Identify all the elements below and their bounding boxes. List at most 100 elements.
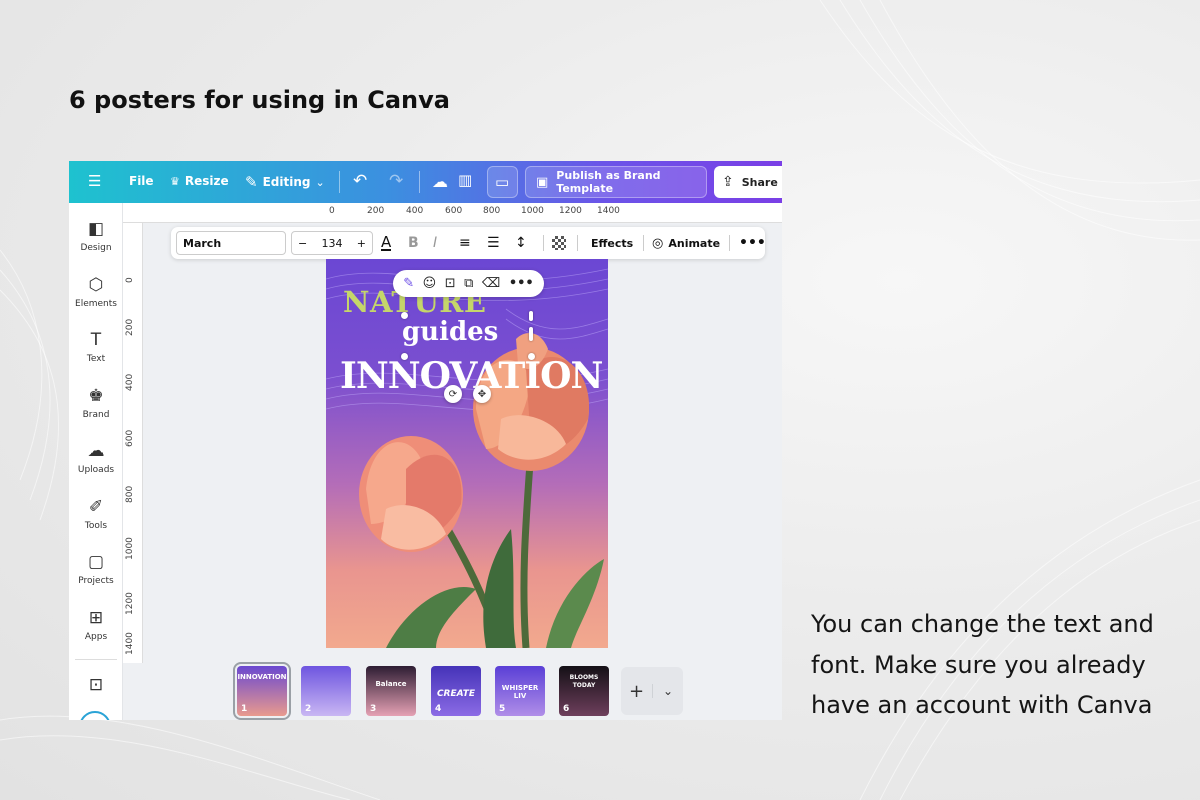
editing-label: Editing <box>262 175 311 189</box>
resize-handle[interactable] <box>529 327 533 341</box>
resize-handle[interactable] <box>401 312 408 319</box>
resize-button[interactable]: ♛ Resize <box>170 174 229 188</box>
publish-brand-template-button[interactable]: ▣ Publish as Brand Template <box>525 166 707 198</box>
ruler-tick: 1400 <box>597 206 620 216</box>
sidebar-item-apps[interactable]: ⊞ Apps <box>69 608 123 642</box>
undo-button[interactable]: ↶ <box>353 171 367 191</box>
align-button[interactable]: ≡ <box>459 227 471 259</box>
divider <box>419 171 420 193</box>
file-menu[interactable]: File <box>129 174 154 188</box>
text-color-button[interactable]: A <box>381 227 392 259</box>
sidebar-label: Elements <box>75 299 117 309</box>
increase-size-button[interactable]: + <box>357 237 366 250</box>
sidebar-item-projects[interactable]: ▢ Projects <box>69 552 123 586</box>
design-icon: ◧ <box>87 219 105 239</box>
sidebar-item-tools[interactable]: ✐ Tools <box>69 497 123 531</box>
chevron-down-icon[interactable]: ⌄ <box>652 684 683 698</box>
comment-icon: ▭ <box>495 173 510 191</box>
font-size-stepper[interactable]: − 134 + <box>291 231 373 255</box>
spacing-button[interactable]: ↕ <box>515 227 527 259</box>
uploads-icon: ☁ <box>87 441 105 461</box>
move-icon: ✥ <box>477 388 487 400</box>
avatar[interactable] <box>79 711 111 720</box>
bullet-list-icon: ☰ <box>487 235 500 251</box>
publish-label: Publish as Brand Template <box>556 169 661 195</box>
tools-icon: ✐ <box>88 497 104 517</box>
page-thumbnail[interactable]: Balance 3 <box>366 666 416 716</box>
page-number: 3 <box>370 704 377 714</box>
editing-dropdown[interactable]: ✎ Editing ⌄ <box>245 173 325 191</box>
apps-icon: ⊞ <box>88 608 104 628</box>
bold-button[interactable]: B <box>408 227 419 259</box>
file-label: File <box>129 174 154 188</box>
chevron-down-icon: ⌄ <box>315 175 325 189</box>
comment-add-icon[interactable]: ☺ <box>423 276 437 291</box>
font-family-dropdown[interactable]: March <box>176 231 286 255</box>
share-button[interactable]: ⇪ Share <box>714 166 782 198</box>
menu-button[interactable]: ☰ <box>88 172 101 190</box>
bar-chart-icon: ▥ <box>458 171 473 189</box>
page-number: 4 <box>435 704 442 714</box>
projects-icon: ▢ <box>87 552 105 572</box>
hamburger-icon: ☰ <box>88 172 102 190</box>
more-icon: ••• <box>739 235 766 251</box>
magic-media-button[interactable]: ⊡ <box>69 675 123 699</box>
more-options-button[interactable]: ••• <box>739 227 766 259</box>
text-toolbar: March − 134 + A B I ≡ ☰ ↕ Effects ◎ Anim… <box>171 227 766 259</box>
ruler-vertical: 0 200 400 600 800 1000 1200 1400 <box>123 223 143 663</box>
ruler-tick: 0 <box>125 277 135 283</box>
cloud-save-button[interactable]: ☁ <box>432 172 448 191</box>
ruler-tick: 800 <box>483 206 501 216</box>
sidebar-label: Apps <box>84 632 108 642</box>
sidebar-item-design[interactable]: ◧ Design <box>69 219 123 253</box>
list-button[interactable]: ☰ <box>487 227 500 259</box>
sidebar-item-elements[interactable]: ⬡ Elements <box>69 275 123 309</box>
poster-title-innovation[interactable]: INNOVATION <box>340 355 603 397</box>
sidebar-item-text[interactable]: T Text <box>69 330 123 364</box>
effects-button[interactable]: Effects <box>591 227 633 259</box>
resize-handle[interactable] <box>529 311 533 321</box>
insights-button[interactable]: ▥ <box>458 171 472 189</box>
magic-edit-icon[interactable]: ✎ <box>403 276 414 291</box>
more-icon[interactable]: ••• <box>509 276 534 291</box>
delete-icon[interactable]: ⌫ <box>482 276 500 291</box>
undo-icon: ↶ <box>353 171 368 191</box>
page-thumbnail[interactable]: WHISPER LIV 5 <box>495 666 545 716</box>
line-spacing-icon: ↕ <box>515 235 527 251</box>
divider <box>643 235 644 251</box>
left-sidebar: ◧ Design ⬡ Elements T Text ♚ Brand ☁ Upl… <box>69 203 123 720</box>
sidebar-item-uploads[interactable]: ☁ Uploads <box>69 441 123 475</box>
rotate-button[interactable]: ⟳ <box>444 385 462 403</box>
rotate-icon: ⟳ <box>448 388 458 400</box>
duplicate-icon[interactable]: ⧉ <box>464 276 473 291</box>
page-number: 2 <box>305 704 312 714</box>
ruler-tick: 200 <box>367 206 385 216</box>
pencil-icon: ✎ <box>245 173 258 191</box>
resize-handle[interactable] <box>528 353 535 360</box>
add-page-button[interactable]: + <box>621 681 652 702</box>
lock-icon[interactable]: ⊡ <box>445 276 456 291</box>
italic-button[interactable]: I <box>433 227 437 259</box>
divider <box>339 171 340 193</box>
page-thumbnail[interactable]: CREATE 4 <box>431 666 481 716</box>
thumb-label: Balance <box>375 680 407 688</box>
effects-label: Effects <box>591 236 634 250</box>
ruler-tick: 0 <box>329 206 335 216</box>
page-number: 1 <box>241 704 248 714</box>
divider <box>543 235 544 251</box>
font-size-value[interactable]: 134 <box>322 237 343 250</box>
cloud-check-icon: ☁ <box>432 172 448 191</box>
sidebar-label: Tools <box>84 521 108 531</box>
comment-button[interactable]: ▭ <box>487 166 518 198</box>
move-button[interactable]: ✥ <box>473 385 491 403</box>
decrease-size-button[interactable]: − <box>298 237 307 250</box>
transparency-button[interactable] <box>552 227 566 259</box>
sidebar-item-brand[interactable]: ♚ Brand <box>69 386 123 420</box>
animate-button[interactable]: ◎ Animate <box>652 227 720 259</box>
redo-button[interactable]: ↷ <box>389 171 403 191</box>
thumb-label: INNOVATION <box>237 673 287 681</box>
page-thumbnail[interactable]: BLOOMS TODAY 6 <box>559 666 609 716</box>
page-thumbnail[interactable]: INNOVATION 1 <box>233 662 291 720</box>
page-thumbnail[interactable]: 2 <box>301 666 351 716</box>
resize-handle[interactable] <box>401 353 408 360</box>
